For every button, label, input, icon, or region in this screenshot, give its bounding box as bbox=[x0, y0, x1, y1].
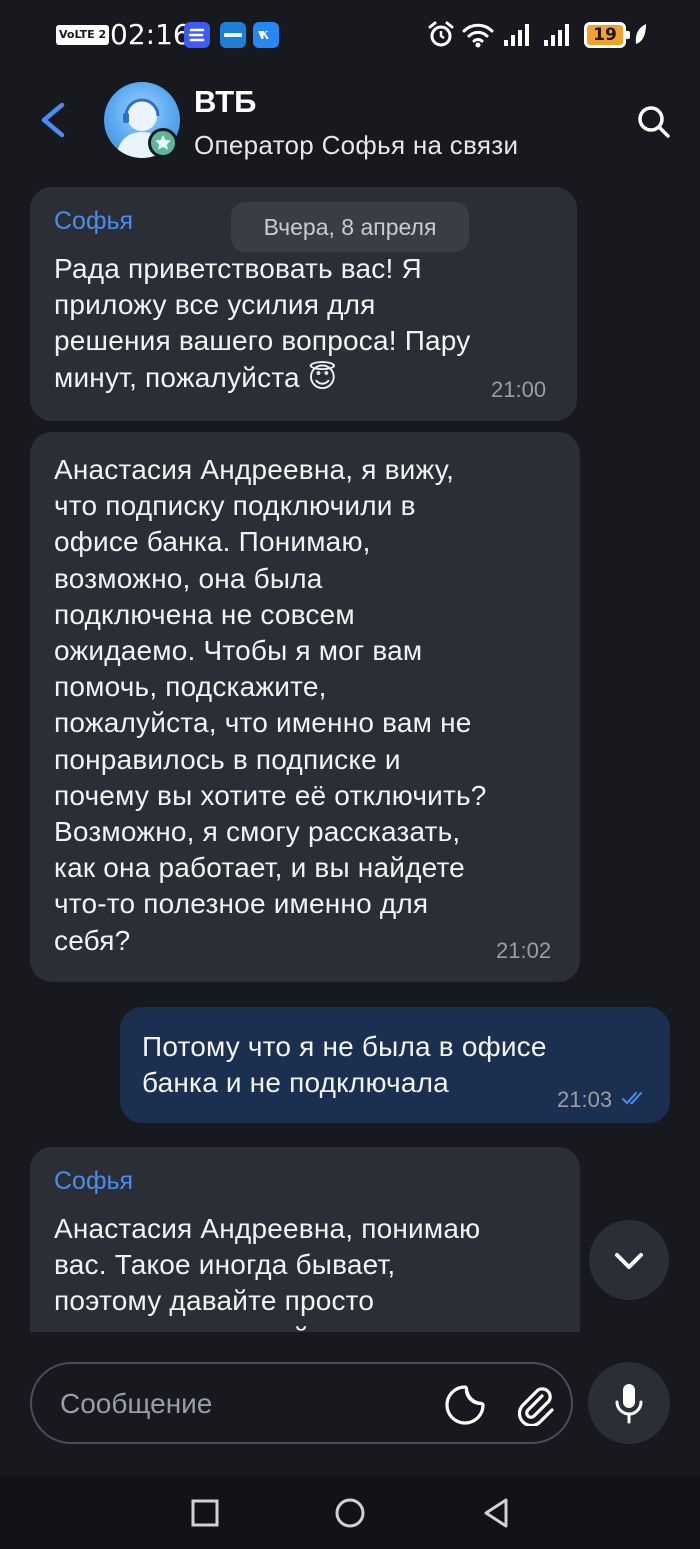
message-sender: Софья bbox=[54, 207, 134, 235]
system-navigation-bar bbox=[0, 1475, 700, 1549]
message-text: Потому что я не была в офисе банка и не … bbox=[142, 1031, 547, 1099]
signal-icon-2 bbox=[542, 20, 574, 50]
back-button[interactable] bbox=[30, 95, 80, 145]
message-list[interactable]: Софья Рада приветствовать вас! Я приложу… bbox=[0, 180, 700, 1332]
message-time: 21:00 bbox=[491, 377, 547, 402]
message-text: Рада приветствовать вас! Я приложу все у… bbox=[54, 253, 471, 393]
alarm-icon bbox=[426, 20, 456, 50]
message-input-container[interactable] bbox=[30, 1362, 573, 1444]
date-separator: Вчера, 8 апреля bbox=[231, 202, 469, 252]
operator-badge-icon bbox=[148, 128, 178, 158]
status-time: 02:16 bbox=[110, 18, 191, 51]
recent-apps-button[interactable] bbox=[185, 1493, 225, 1533]
search-icon bbox=[638, 106, 670, 138]
status-bar: VoLTE 2 02:16 19 bbox=[0, 0, 700, 70]
chevron-down-icon bbox=[615, 1253, 643, 1269]
attach-button[interactable] bbox=[512, 1382, 556, 1428]
message-time: 21:02 bbox=[496, 938, 552, 963]
chat-subtitle: Оператор Софья на связи bbox=[194, 130, 519, 160]
scroll-to-bottom-button[interactable] bbox=[589, 1220, 669, 1300]
chat-title: ВТБ bbox=[194, 84, 257, 119]
vk-icon bbox=[253, 22, 279, 48]
onecity-app-icon bbox=[220, 22, 246, 48]
voice-message-button[interactable] bbox=[588, 1362, 670, 1444]
message-bubble-incoming[interactable]: Анастасия Андреевна, я вижу, что подписк… bbox=[30, 432, 580, 982]
message-bubble-incoming[interactable]: Софья Анастасия Андреевна, понимаю вас. … bbox=[30, 1147, 580, 1332]
message-bubble-outgoing[interactable]: Потому что я не была в офисе банка и не … bbox=[120, 1007, 670, 1123]
message-time: 21:03 bbox=[557, 1087, 613, 1112]
composer bbox=[0, 1332, 700, 1475]
paperclip-icon bbox=[517, 1387, 554, 1428]
recent-apps-icon bbox=[191, 1499, 219, 1527]
microphone-icon bbox=[615, 1384, 643, 1424]
message-sender: Софья bbox=[54, 1167, 134, 1195]
leaf-icon bbox=[632, 20, 650, 50]
home-button[interactable] bbox=[330, 1493, 370, 1533]
network-badge: VoLTE 2 bbox=[56, 25, 110, 45]
message-text: Анастасия Андреевна, я вижу, что подписк… bbox=[54, 454, 487, 956]
battery-indicator: 19 bbox=[584, 22, 630, 48]
back-arrow-icon bbox=[41, 102, 65, 138]
search-button[interactable] bbox=[630, 98, 678, 146]
home-icon bbox=[335, 1498, 365, 1528]
message-input[interactable] bbox=[60, 1382, 420, 1426]
signal-icon-1 bbox=[502, 20, 534, 50]
wifi-icon bbox=[462, 20, 494, 50]
sticker-button[interactable] bbox=[444, 1384, 486, 1426]
message-text: Анастасия Андреевна, понимаю вас. Такое … bbox=[54, 1213, 481, 1332]
back-triangle-icon bbox=[484, 1498, 508, 1528]
read-double-check-icon bbox=[622, 1092, 642, 1105]
chat-header: ВТБ Оператор Софья на связи bbox=[0, 70, 700, 180]
back-nav-button[interactable] bbox=[476, 1493, 516, 1533]
app-notification-icon bbox=[184, 22, 210, 48]
sticker-icon bbox=[445, 1385, 485, 1425]
